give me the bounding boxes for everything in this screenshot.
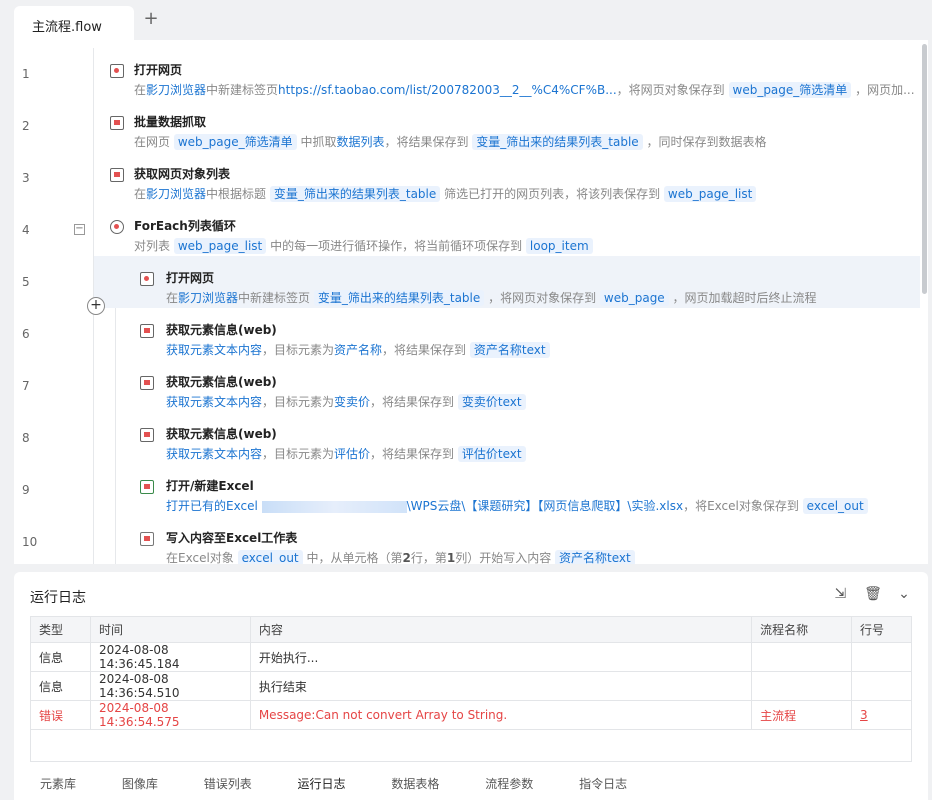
step-title: 获取元素信息(web) <box>166 427 277 441</box>
step-title: 获取元素信息(web) <box>166 375 277 389</box>
log-header-row: 类型 时间 内容 流程名称 行号 <box>30 616 912 643</box>
loop-icon <box>110 220 124 234</box>
trash-icon[interactable]: 🗑 <box>864 586 882 602</box>
collapse-toggle[interactable]: − <box>74 224 85 235</box>
cell-line <box>851 671 912 701</box>
cell-line <box>851 642 912 672</box>
tab-image-library[interactable]: 图像库 <box>122 775 158 792</box>
cell-flow <box>751 642 853 672</box>
redacted-path <box>261 500 407 513</box>
tab-flow-params[interactable]: 流程参数 <box>485 775 533 792</box>
step-description: 在影刀浏览器中根据标题 变量_筛出来的结果列表_table 筛选已打开的网页列表… <box>134 185 757 202</box>
step-foreach-loop[interactable]: ForEach列表循环 对列表 web_page_list 中的每一项进行循环操… <box>94 204 920 256</box>
export-icon[interactable]: ⇲ <box>832 586 848 602</box>
col-type: 类型 <box>30 616 91 643</box>
line-number: 9 <box>22 483 30 497</box>
tab-main-flow[interactable]: 主流程.flow <box>14 6 134 40</box>
log-title: 运行日志 <box>30 590 86 606</box>
element-icon <box>140 376 154 390</box>
step-description: 打开已有的Excel \WPS云盘\【课题研究】【网页信息爬取】\实验.xlsx… <box>166 497 868 514</box>
log-table: 类型 时间 内容 流程名称 行号 信息 2024-08-08 14:36:45.… <box>30 616 912 730</box>
step-title: 打开/新建Excel <box>166 479 254 493</box>
tab-error-list[interactable]: 错误列表 <box>204 775 252 792</box>
excel-icon <box>140 480 154 494</box>
line-number: 6 <box>22 327 30 341</box>
step-description: 获取元素文本内容，目标元素为变卖价，将结果保存到 变卖价text <box>166 393 526 410</box>
step-get-element-info[interactable]: 获取元素信息(web) 获取元素文本内容，目标元素为变卖价，将结果保存到 变卖价… <box>94 360 920 412</box>
step-title: 写入内容至Excel工作表 <box>166 531 298 545</box>
page-list-icon <box>110 168 124 182</box>
col-line: 行号 <box>851 616 912 643</box>
step-title: 获取元素信息(web) <box>166 323 277 337</box>
step-write-excel[interactable]: 写入内容至Excel工作表 在Excel对象 excel_out 中，从单元格（… <box>94 516 920 564</box>
log-actions: ⇲ 🗑 ⌄ <box>820 586 912 602</box>
step-description: 获取元素文本内容，目标元素为评估价，将结果保存到 评估价text <box>166 445 526 462</box>
step-open-excel[interactable]: 打开/新建Excel 打开已有的Excel \WPS云盘\【课题研究】【网页信息… <box>94 464 920 516</box>
step-description: 对列表 web_page_list 中的每一项进行循环操作，将当前循环项保存到 … <box>134 237 593 254</box>
col-flow-name: 流程名称 <box>751 616 853 643</box>
step-description: 在影刀浏览器中新建标签页 变量_筛出来的结果列表_table ，将网页对象保存到… <box>166 290 817 306</box>
tab-bar: 主流程.flow + <box>0 0 932 40</box>
step-title: ForEach列表循环 <box>134 219 236 233</box>
element-icon <box>140 324 154 338</box>
bottom-tabs: 元素库 图像库 错误列表 运行日志 数据表格 流程参数 指令日志 <box>30 775 912 797</box>
step-title: 打开网页 <box>134 63 183 77</box>
browser-icon <box>110 64 124 78</box>
cell-time: 2024-08-08 14:36:54.510 <box>89 671 251 701</box>
line-number: 1 <box>22 67 30 81</box>
col-content: 内容 <box>249 616 753 643</box>
step-description: 获取元素文本内容，目标元素为资产名称，将结果保存到 资产名称text <box>166 341 550 358</box>
cell-content: 执行结束 <box>249 671 753 701</box>
write-excel-icon <box>140 532 154 546</box>
browser-icon <box>140 272 154 286</box>
log-empty-area <box>30 720 912 762</box>
tab-data-table[interactable]: 数据表格 <box>391 775 439 792</box>
line-number: 4 <box>22 223 30 237</box>
table-row[interactable]: 信息 2024-08-08 14:36:54.510 执行结束 <box>30 671 912 701</box>
line-number: 10 <box>22 535 38 549</box>
line-number: 8 <box>22 431 30 445</box>
line-number: 3 <box>22 171 30 185</box>
run-log-panel: 运行日志 ⇲ 🗑 ⌄ 类型 时间 内容 流程名称 行号 信息 2024-08-0… <box>14 572 928 800</box>
cell-flow <box>751 671 853 701</box>
cell-time: 2024-08-08 14:36:45.184 <box>89 642 251 672</box>
step-open-webpage-inner[interactable]: 打开网页 在影刀浏览器中新建标签页 变量_筛出来的结果列表_table ，将网页… <box>94 256 920 308</box>
step-title: 批量数据抓取 <box>134 115 207 129</box>
step-description: 在Excel对象 excel_out 中，从单元格（第2行，第1列）开始写入内容… <box>166 549 635 564</box>
line-number: 2 <box>22 119 30 133</box>
cell-content: 开始执行... <box>249 642 753 672</box>
step-description: 在影刀浏览器中新建标签页https://sf.taobao.com/list/2… <box>134 82 915 98</box>
tab-element-library[interactable]: 元素库 <box>40 775 76 792</box>
table-row[interactable]: 信息 2024-08-08 14:36:45.184 开始执行... <box>30 642 912 672</box>
add-step-button[interactable]: + <box>87 297 105 315</box>
element-icon <box>140 428 154 442</box>
col-time: 时间 <box>89 616 251 643</box>
chevron-down-icon[interactable]: ⌄ <box>896 586 912 602</box>
scrape-icon <box>110 116 124 130</box>
step-get-element-info[interactable]: 获取元素信息(web) 获取元素文本内容，目标元素为资产名称，将结果保存到 资产… <box>94 308 920 360</box>
flow-editor: 1 2 3 4 5 6 7 8 9 10 打开网页 在影刀浏览器中新建标签页ht… <box>14 40 928 564</box>
tab-label: 主流程.flow <box>32 20 102 35</box>
step-get-page-list[interactable]: 获取网页对象列表 在影刀浏览器中根据标题 变量_筛出来的结果列表_table 筛… <box>94 152 920 204</box>
tab-command-log[interactable]: 指令日志 <box>579 775 627 792</box>
cell-type: 信息 <box>30 671 91 701</box>
step-batch-scrape[interactable]: 批量数据抓取 在网页 web_page_筛选清单 中抓取数据列表，将结果保存到 … <box>94 100 920 152</box>
line-gutter: 1 2 3 4 5 6 7 8 9 10 <box>14 40 94 564</box>
line-number: 5 <box>22 275 30 289</box>
editor-scrollbar[interactable] <box>922 44 927 294</box>
step-open-webpage[interactable]: 打开网页 在影刀浏览器中新建标签页https://sf.taobao.com/l… <box>94 48 920 100</box>
line-number: 7 <box>22 379 30 393</box>
tab-run-log[interactable]: 运行日志 <box>298 775 346 792</box>
step-description: 在网页 web_page_筛选清单 中抓取数据列表，将结果保存到 变量_筛出来的… <box>134 134 767 150</box>
cell-type: 信息 <box>30 642 91 672</box>
step-title: 获取网页对象列表 <box>134 167 231 181</box>
step-title: 打开网页 <box>166 271 215 285</box>
step-get-element-info[interactable]: 获取元素信息(web) 获取元素文本内容，目标元素为评估价，将结果保存到 评估价… <box>94 412 920 464</box>
add-tab-button[interactable]: + <box>142 10 160 30</box>
